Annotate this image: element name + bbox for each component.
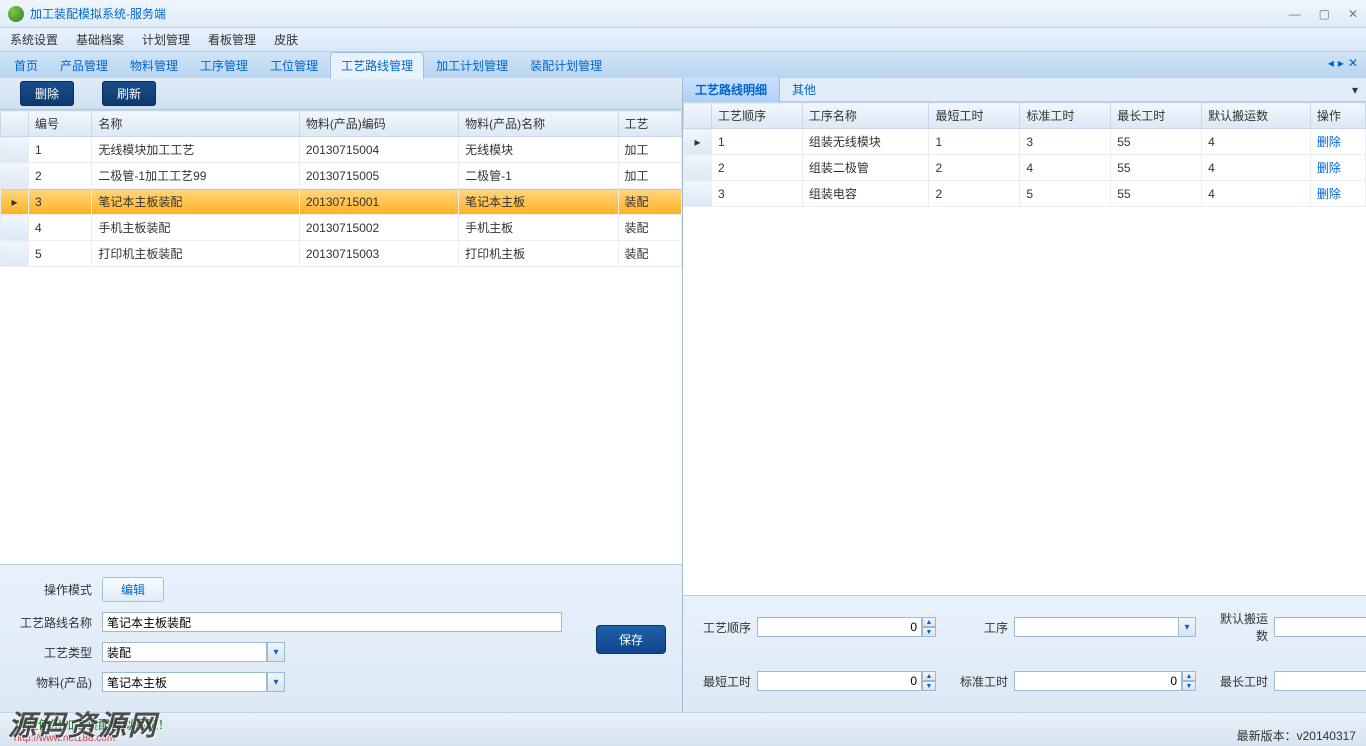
app-icon bbox=[8, 6, 24, 22]
window-title: 加工装配模拟系统-服务端 bbox=[30, 5, 1289, 22]
status-version: 最新版本：v20140317 bbox=[1237, 727, 1356, 744]
column-header[interactable]: 最长工时 bbox=[1111, 103, 1202, 129]
chevron-down-icon[interactable]: ▾ bbox=[1178, 617, 1196, 637]
right-form: 工艺顺序 ▲▼ 工序 ▾ 默认搬运数 ▲▼ 编辑 最短工时 ▲▼ bbox=[683, 595, 1366, 714]
column-header[interactable]: 操作 bbox=[1310, 103, 1365, 129]
tab-7[interactable]: 装配计划管理 bbox=[520, 53, 612, 78]
table-row[interactable]: 1组装无线模块13554删除 bbox=[684, 129, 1366, 155]
rtab-0[interactable]: 工艺路线明细 bbox=[683, 77, 780, 102]
max-input[interactable] bbox=[1274, 671, 1366, 691]
column-header[interactable]: 工序名称 bbox=[802, 103, 929, 129]
spin-down-icon[interactable]: ▼ bbox=[922, 627, 936, 637]
row-delete-link[interactable]: 删除 bbox=[1317, 135, 1341, 149]
route-grid[interactable]: 编号名称物料(产品)编码物料(产品)名称工艺1无线模块加工工艺201307150… bbox=[0, 110, 682, 564]
tab-0[interactable]: 首页 bbox=[4, 53, 48, 78]
product-label: 物料(产品) bbox=[16, 674, 92, 691]
menu-skin[interactable]: 皮肤 bbox=[274, 31, 298, 48]
std-input[interactable] bbox=[1014, 671, 1182, 691]
table-row[interactable]: 4手机主板装配20130715002手机主板装配 bbox=[1, 215, 682, 241]
tab-1[interactable]: 产品管理 bbox=[50, 53, 118, 78]
chevron-down-icon[interactable]: ▾ bbox=[267, 642, 285, 662]
statusbar: 源码资源网 欢迎使用加工装配模拟系统！ http://www.net188.co… bbox=[0, 712, 1366, 746]
minimize-button[interactable]: — bbox=[1289, 7, 1301, 21]
chevron-down-icon[interactable]: ▾ bbox=[267, 672, 285, 692]
tab-nav-close-icon[interactable]: ✕ bbox=[1348, 56, 1358, 70]
tab-2[interactable]: 物料管理 bbox=[120, 53, 188, 78]
menu-basic-archives[interactable]: 基础档案 bbox=[76, 31, 124, 48]
menu-system-settings[interactable]: 系统设置 bbox=[10, 31, 58, 48]
min-input[interactable] bbox=[757, 671, 922, 691]
left-pane: 删除 刷新 编号名称物料(产品)编码物料(产品)名称工艺1无线模块加工工艺201… bbox=[0, 78, 683, 714]
row-delete-link[interactable]: 删除 bbox=[1317, 161, 1341, 175]
watermark: 源码资源网 bbox=[8, 704, 158, 744]
table-row[interactable]: 3组装电容25554删除 bbox=[684, 181, 1366, 207]
process-type-label: 工艺类型 bbox=[16, 644, 92, 661]
table-row[interactable]: 2二极管-1加工工艺9920130715005二极管-1加工 bbox=[1, 163, 682, 189]
left-toolbar: 删除 刷新 bbox=[0, 78, 682, 110]
max-label: 最长工时 bbox=[1212, 673, 1268, 690]
maximize-button[interactable]: ▢ bbox=[1319, 7, 1330, 21]
titlebar: 加工装配模拟系统-服务端 — ▢ ✕ bbox=[0, 0, 1366, 28]
dropdown-icon[interactable]: ▾ bbox=[1352, 83, 1358, 97]
row-selector-header bbox=[1, 111, 29, 137]
left-form: 操作模式 编辑 工艺路线名称 工艺类型 ▾ bbox=[0, 564, 682, 714]
column-header[interactable]: 标准工时 bbox=[1020, 103, 1111, 129]
menu-board-management[interactable]: 看板管理 bbox=[208, 31, 256, 48]
spin-down-icon[interactable]: ▼ bbox=[922, 681, 936, 691]
detail-grid[interactable]: 工艺顺序工序名称最短工时标准工时最长工时默认搬运数操作1组装无线模块13554删… bbox=[683, 102, 1366, 595]
edit-button[interactable]: 编辑 bbox=[102, 577, 164, 602]
tab-nav-next-icon[interactable]: ▸ bbox=[1338, 56, 1344, 70]
route-name-label: 工艺路线名称 bbox=[16, 614, 92, 631]
product-input[interactable] bbox=[102, 672, 267, 692]
mode-label: 操作模式 bbox=[16, 581, 92, 598]
menubar: 系统设置 基础档案 计划管理 看板管理 皮肤 bbox=[0, 28, 1366, 52]
column-header[interactable]: 工艺顺序 bbox=[712, 103, 803, 129]
delete-button[interactable]: 删除 bbox=[20, 81, 74, 106]
refresh-button[interactable]: 刷新 bbox=[102, 81, 156, 106]
tab-4[interactable]: 工位管理 bbox=[260, 53, 328, 78]
column-header[interactable]: 名称 bbox=[92, 111, 299, 137]
carry-label: 默认搬运数 bbox=[1212, 610, 1268, 644]
spin-down-icon[interactable]: ▼ bbox=[1182, 681, 1196, 691]
seq-label: 工艺顺序 bbox=[695, 619, 751, 636]
route-name-input[interactable] bbox=[102, 612, 562, 632]
row-selector-header bbox=[684, 103, 712, 129]
tab-5[interactable]: 工艺路线管理 bbox=[330, 52, 424, 79]
close-button[interactable]: ✕ bbox=[1348, 7, 1358, 21]
proc-input[interactable] bbox=[1014, 617, 1178, 637]
spin-up-icon[interactable]: ▲ bbox=[922, 617, 936, 627]
std-label: 标准工时 bbox=[952, 673, 1008, 690]
seq-input[interactable] bbox=[757, 617, 922, 637]
spin-up-icon[interactable]: ▲ bbox=[922, 671, 936, 681]
tab-nav-prev-icon[interactable]: ◂ bbox=[1328, 56, 1334, 70]
main-tabbar: 首页产品管理物料管理工序管理工位管理工艺路线管理加工计划管理装配计划管理 ◂ ▸… bbox=[0, 52, 1366, 78]
column-header[interactable]: 最短工时 bbox=[929, 103, 1020, 129]
carry-input[interactable] bbox=[1274, 617, 1366, 637]
menu-plan-management[interactable]: 计划管理 bbox=[142, 31, 190, 48]
table-row[interactable]: 3笔记本主板装配20130715001笔记本主板装配 bbox=[1, 189, 682, 215]
row-delete-link[interactable]: 删除 bbox=[1317, 187, 1341, 201]
spin-up-icon[interactable]: ▲ bbox=[1182, 671, 1196, 681]
right-pane: 工艺路线明细其他▾ 工艺顺序工序名称最短工时标准工时最长工时默认搬运数操作1组装… bbox=[683, 78, 1366, 714]
min-label: 最短工时 bbox=[695, 673, 751, 690]
column-header[interactable]: 物料(产品)名称 bbox=[459, 111, 618, 137]
right-tabbar: 工艺路线明细其他 ▾ bbox=[683, 78, 1366, 102]
table-row[interactable]: 1无线模块加工工艺20130715004无线模块加工 bbox=[1, 137, 682, 163]
column-header[interactable]: 默认搬运数 bbox=[1202, 103, 1311, 129]
table-row[interactable]: 2组装二极管24554删除 bbox=[684, 155, 1366, 181]
tab-6[interactable]: 加工计划管理 bbox=[426, 53, 518, 78]
tab-3[interactable]: 工序管理 bbox=[190, 53, 258, 78]
column-header[interactable]: 编号 bbox=[29, 111, 92, 137]
process-type-input[interactable] bbox=[102, 642, 267, 662]
column-header[interactable]: 物料(产品)编码 bbox=[299, 111, 458, 137]
save-button[interactable]: 保存 bbox=[596, 625, 666, 654]
rtab-1[interactable]: 其他 bbox=[780, 77, 828, 102]
proc-label: 工序 bbox=[952, 619, 1008, 636]
table-row[interactable]: 5打印机主板装配20130715003打印机主板装配 bbox=[1, 241, 682, 267]
column-header[interactable]: 工艺 bbox=[618, 111, 681, 137]
